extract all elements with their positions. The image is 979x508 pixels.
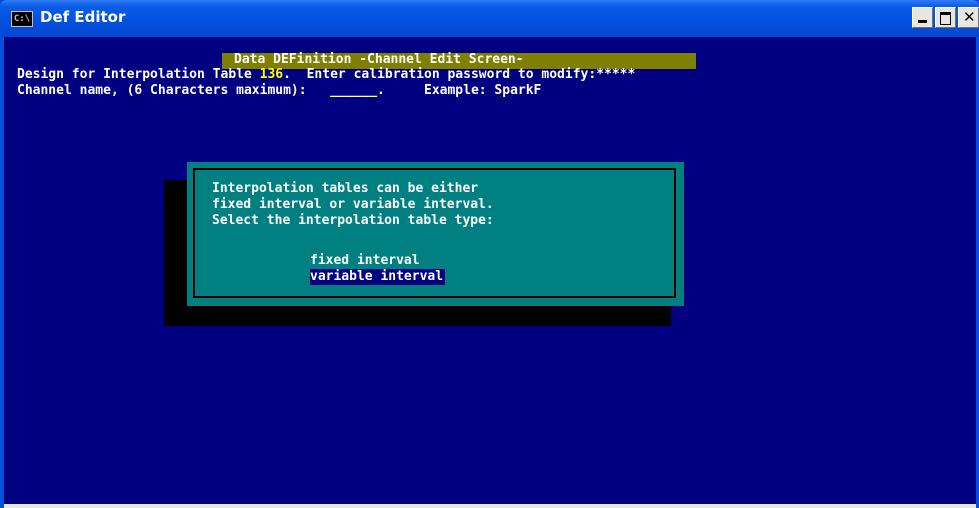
dialog-text-line-3: Select the interpolation table type: [212, 213, 494, 228]
window-bottom-edge [4, 504, 976, 508]
maximize-button[interactable] [935, 7, 956, 28]
option-fixed-interval[interactable]: fixed interval [310, 253, 420, 268]
minimize-icon [918, 20, 927, 23]
maximize-icon [940, 12, 951, 25]
channel-name-line[interactable]: Channel name, (6 Characters maximum): __… [17, 83, 541, 98]
close-button[interactable]: ✕ [958, 7, 979, 28]
screen-header: Data DEFinition -Channel Edit Screen- [234, 52, 524, 67]
password-prompt[interactable]: . Enter calibration password to modify:*… [283, 67, 635, 82]
minimize-button[interactable] [912, 7, 933, 28]
close-icon: ✕ [963, 8, 976, 26]
window-title: Def Editor [40, 8, 126, 26]
table-number: 136 [259, 67, 284, 82]
design-line-prefix: Design for Interpolation Table [17, 67, 260, 82]
design-line: Design for Interpolation Table 136. Ente… [17, 67, 635, 82]
dialog-text-line-1: Interpolation tables can be either [212, 181, 479, 196]
title-bar[interactable]: C:\ Def Editor ✕ [0, 0, 979, 37]
console-area[interactable]: Data DEFinition -Channel Edit Screen- De… [4, 37, 976, 504]
option-variable-interval[interactable]: variable interval [310, 269, 446, 285]
console-icon[interactable]: C:\ [11, 11, 33, 27]
def-editor-window: C:\ Def Editor ✕ Data DEFinition -Channe… [0, 0, 979, 508]
dialog-text-line-2: fixed interval or variable interval. [212, 197, 494, 212]
